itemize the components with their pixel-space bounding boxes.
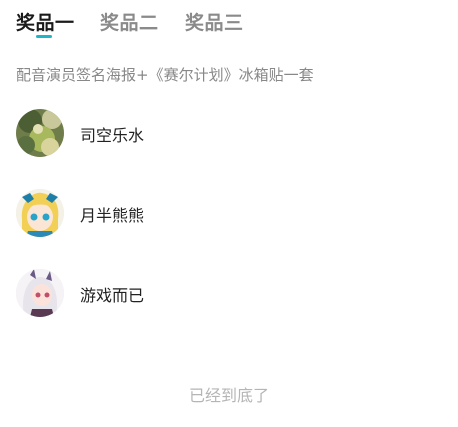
- list-item[interactable]: 游戏而已: [16, 269, 436, 319]
- active-tab-indicator: [36, 35, 52, 38]
- avatar[interactable]: [16, 189, 64, 237]
- winner-name: 游戏而已: [80, 286, 145, 305]
- tab-prize-2[interactable]: 奖品二: [100, 8, 159, 35]
- anime-girl-white-hair-avatar-icon: [16, 269, 64, 317]
- avatar[interactable]: [16, 269, 64, 317]
- nature-photo-avatar-icon: [16, 109, 64, 157]
- end-of-list-text: 已经到底了: [188, 386, 269, 405]
- tab-prize-1[interactable]: 奖品一: [16, 8, 75, 35]
- winner-name: 月半熊熊: [80, 206, 145, 225]
- winner-name: 司空乐水: [80, 126, 145, 145]
- anime-girl-blue-avatar-icon: [16, 189, 64, 237]
- prize-tabs: 奖品一 奖品二 奖品三: [0, 0, 458, 44]
- list-item[interactable]: 月半熊熊: [16, 189, 436, 239]
- list-item[interactable]: 司空乐水: [16, 109, 436, 159]
- tab-prize-3[interactable]: 奖品三: [185, 8, 244, 35]
- avatar[interactable]: [16, 109, 64, 157]
- prize-description: 配音演员签名海报+《赛尔计划》冰箱贴一套: [16, 66, 314, 84]
